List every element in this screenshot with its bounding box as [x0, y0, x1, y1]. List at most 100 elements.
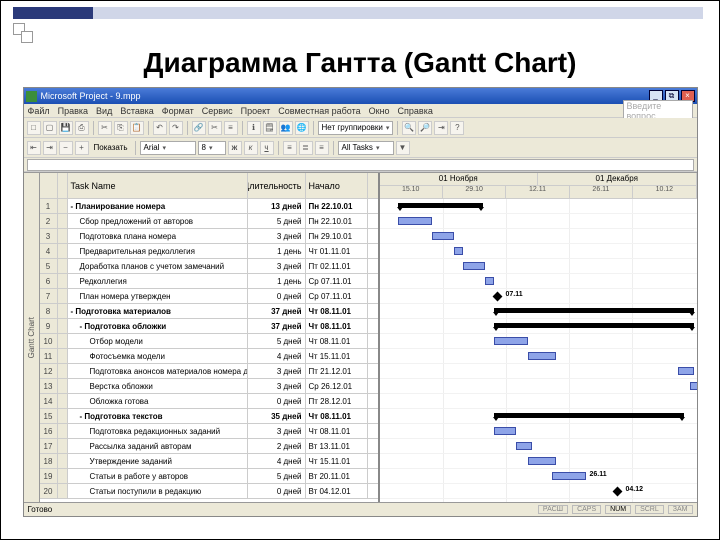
table-row[interactable]: 18Утверждение заданий4 днейЧт 15.11.01	[40, 454, 378, 469]
group-select[interactable]: Нет группировки	[318, 121, 394, 135]
table-row[interactable]: 16Подготовка редакционных заданий3 днейЧ…	[40, 424, 378, 439]
zoom-out-icon[interactable]: 🔎	[418, 121, 432, 135]
table-row[interactable]: 11Фотосъемка модели4 днейЧт 15.11.01	[40, 349, 378, 364]
goto-icon[interactable]: ⇥	[434, 121, 448, 135]
separator	[242, 121, 243, 135]
table-row[interactable]: 19Статьи в работе у авторов5 днейВт 20.1…	[40, 469, 378, 484]
app-icon	[26, 91, 37, 102]
assign-icon[interactable]: 👥	[279, 121, 293, 135]
col-id[interactable]	[40, 173, 58, 198]
content-area: Gantt Chart Task Name Длительность Начал…	[24, 172, 697, 502]
table-row[interactable]: 10Отбор модели5 днейЧт 08.11.01	[40, 334, 378, 349]
menu-insert[interactable]: Вставка	[120, 106, 153, 116]
day-cell: 26.11	[570, 186, 633, 198]
size-select[interactable]: 8	[198, 141, 226, 155]
help-icon[interactable]: ?	[450, 121, 464, 135]
menu-window[interactable]: Окно	[369, 106, 390, 116]
collapse-icon[interactable]: −	[59, 141, 73, 155]
menu-tools[interactable]: Сервис	[202, 106, 233, 116]
split-icon[interactable]: ≡	[224, 121, 238, 135]
indent-icon[interactable]: ⇥	[43, 141, 57, 155]
show-label[interactable]: Показать	[91, 143, 131, 152]
entry-input[interactable]	[27, 159, 694, 171]
col-start[interactable]: Начало	[306, 173, 368, 198]
separator	[135, 141, 136, 155]
view-bar[interactable]: Gantt Chart	[24, 173, 40, 502]
menu-help[interactable]: Справка	[398, 106, 433, 116]
unlink-icon[interactable]: ✂	[208, 121, 222, 135]
separator	[333, 141, 334, 155]
month-cell: 01 Декабря	[538, 173, 697, 185]
table-row[interactable]: 17Рассылка заданий авторам2 днейВт 13.11…	[40, 439, 378, 454]
status-ovr: ЗАМ	[668, 505, 693, 514]
table-row[interactable]: 20Статьи поступили в редакцию0 днейВт 04…	[40, 484, 378, 499]
save-icon[interactable]: 💾	[59, 121, 73, 135]
col-name[interactable]: Task Name	[68, 173, 248, 198]
table-row[interactable]: 2Сбор предложений от авторов5 днейПн 22.…	[40, 214, 378, 229]
menu-project[interactable]: Проект	[241, 106, 271, 116]
expand-icon[interactable]: +	[75, 141, 89, 155]
table-row[interactable]: 5Доработка планов с учетом замечаний3 дн…	[40, 259, 378, 274]
day-cell: 12.11	[506, 186, 569, 198]
cut-icon[interactable]: ✂	[98, 121, 112, 135]
underline-icon[interactable]: ч	[260, 141, 274, 155]
menu-edit[interactable]: Правка	[58, 106, 88, 116]
font-select[interactable]: Arial	[140, 141, 196, 155]
menu-collab[interactable]: Совместная работа	[278, 106, 360, 116]
gantt-body[interactable]: 07.1126.1104.12	[380, 199, 697, 502]
menubar: Файл Правка Вид Вставка Формат Сервис Пр…	[24, 104, 697, 118]
separator	[93, 121, 94, 135]
info-icon[interactable]: ℹ	[247, 121, 261, 135]
table-row[interactable]: 12Подготовка анонсов материалов номера д…	[40, 364, 378, 379]
table-row[interactable]: 13Верстка обложки3 днейСр 26.12.01	[40, 379, 378, 394]
menu-file[interactable]: Файл	[28, 106, 50, 116]
menu-view[interactable]: Вид	[96, 106, 112, 116]
filter-select[interactable]: All Tasks	[338, 141, 394, 155]
bold-icon[interactable]: ж	[228, 141, 242, 155]
month-cell: 01 Ноября	[380, 173, 539, 185]
status-num: NUM	[605, 505, 631, 514]
redo-icon[interactable]: ↷	[169, 121, 183, 135]
table-row[interactable]: 7План номера утвержден0 днейСр 07.11.01	[40, 289, 378, 304]
publish-icon[interactable]: 🌐	[295, 121, 309, 135]
zoom-in-icon[interactable]: 🔍	[402, 121, 416, 135]
align-left-icon[interactable]: ≡	[283, 141, 297, 155]
entry-bar	[24, 158, 697, 172]
new-icon[interactable]: □	[27, 121, 41, 135]
table-row[interactable]: 9- Подготовка обложки37 днейЧт 08.11.01	[40, 319, 378, 334]
day-cell: 10.12	[633, 186, 696, 198]
slide-bullet	[21, 31, 33, 43]
undo-icon[interactable]: ↶	[153, 121, 167, 135]
italic-icon[interactable]: к	[244, 141, 258, 155]
grid-header: Task Name Длительность Начало	[40, 173, 378, 199]
col-duration[interactable]: Длительность	[248, 173, 306, 198]
app-window: Microsoft Project - 9.mpp _ ⧉ × Файл Пра…	[23, 87, 698, 517]
separator	[313, 121, 314, 135]
link-icon[interactable]: 🔗	[192, 121, 206, 135]
table-row[interactable]: 4Предварительная редколлегия1 деньЧт 01.…	[40, 244, 378, 259]
day-cell: 15.10	[380, 186, 443, 198]
separator	[148, 121, 149, 135]
timeline-days: 15.10 29.10 12.11 26.11 10.12	[380, 186, 697, 199]
table-row[interactable]: 1- Планирование номера13 днейПн 22.10.01	[40, 199, 378, 214]
toolbar-2: ⇤ ⇥ − + Показать Arial 8 ж к ч ≡ ≣ ≡ All…	[24, 138, 697, 158]
table-row[interactable]: 3Подготовка плана номера3 днейПн 29.10.0…	[40, 229, 378, 244]
outdent-icon[interactable]: ⇤	[27, 141, 41, 155]
table-row[interactable]: 15- Подготовка текстов35 днейЧт 08.11.01	[40, 409, 378, 424]
autofilter-icon[interactable]: ▼	[396, 141, 410, 155]
menu-format[interactable]: Формат	[162, 106, 194, 116]
table-row[interactable]: 6Редколлегия1 деньСр 07.11.01	[40, 274, 378, 289]
note-icon[interactable]: 🗒	[263, 121, 277, 135]
copy-icon[interactable]: ⎘	[114, 121, 128, 135]
align-center-icon[interactable]: ≣	[299, 141, 313, 155]
window-title: Microsoft Project - 9.mpp	[41, 91, 647, 101]
open-icon[interactable]: ▢	[43, 121, 57, 135]
paste-icon[interactable]: 📋	[130, 121, 144, 135]
print-icon[interactable]: ⎙	[75, 121, 89, 135]
table-row[interactable]: 8- Подготовка материалов37 днейЧт 08.11.…	[40, 304, 378, 319]
align-right-icon[interactable]: ≡	[315, 141, 329, 155]
timeline-months: 01 Ноября 01 Декабря	[380, 173, 697, 186]
table-row[interactable]: 14Обложка готова0 днейПт 28.12.01	[40, 394, 378, 409]
separator	[397, 121, 398, 135]
col-info[interactable]	[58, 173, 68, 198]
